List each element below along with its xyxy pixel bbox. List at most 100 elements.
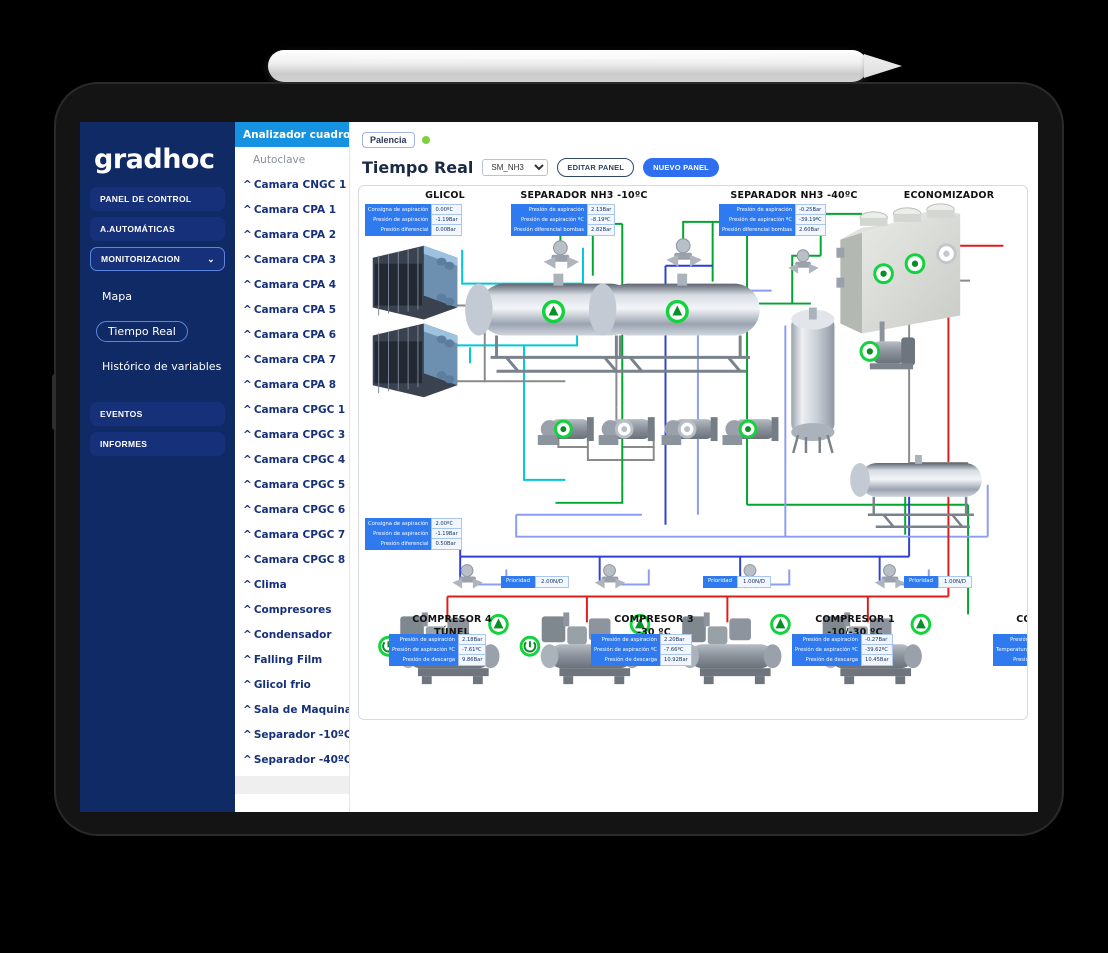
caret-icon: ^ (243, 528, 252, 541)
caret-icon: ^ (243, 228, 252, 241)
device-list-item-label: Camara CPGC 6 (253, 503, 346, 516)
table-row: Presión diferencial 0.50Bar (365, 538, 462, 550)
valve-sep10 (543, 240, 580, 269)
device-list-item[interactable]: ^ Sala de Maquinas (235, 697, 349, 722)
liquid-receiver-tank (850, 454, 982, 528)
device-list-item-label: Separador -10ºC (253, 728, 350, 741)
sidebar-item-historico-de-variables[interactable]: Histórico de variables (102, 360, 235, 373)
device-list-item-label: Autoclave (253, 153, 306, 166)
device-list-item[interactable]: ^ Camara CPGC 8 (235, 547, 349, 572)
caret-icon: ^ (243, 428, 252, 441)
device-list-item[interactable]: ^ Compresores (235, 597, 349, 622)
section-title-glicol: GLICOL (425, 190, 465, 201)
device-list-item[interactable]: ^ Condensador (235, 622, 349, 647)
device-list-item-label: Camara CPGC 4 (253, 453, 346, 466)
device-list-item[interactable]: ^ Camara CPA 4 (235, 272, 349, 297)
breadcrumb-site[interactable]: Palencia (362, 132, 415, 148)
device-list-item[interactable]: ^ Camara CPGC 7 (235, 522, 349, 547)
economizer-tank (791, 307, 835, 454)
sidebar-item-label: Tiempo Real (108, 325, 176, 338)
device-list-body: Analizador cuadro Autoclave ^ Camara CNGC 1… (235, 122, 349, 772)
section-title-separador-40: SEPARADOR NH3 -40ºC (730, 190, 858, 201)
table-row: Presión de aspiración ºC -39.19ºC (719, 214, 826, 226)
panel-select[interactable]: SM_NH3 (482, 159, 549, 176)
device-list-item-label: Falling Film (253, 653, 323, 666)
sidebar-item-mapa[interactable]: Mapa (102, 290, 235, 303)
device-list-item-label: Camara CPGC 1 (253, 403, 346, 416)
sidebar-item-label: MONITORIZACION (101, 254, 181, 264)
sidebar-item-monitorizacion[interactable]: MONITORIZACION ⌄ (90, 247, 225, 271)
separator-40-metrics: Presión de aspiración -0.25Bar Presión de … (719, 203, 826, 236)
pump-group-sep10 (537, 417, 655, 446)
sidebar-item-panel-de-control[interactable]: PANEL DE CONTROL (90, 187, 225, 211)
device-list-item-label: Glicol frio (253, 678, 311, 691)
device-list-item[interactable]: ^ Camara CNGC 1 (235, 172, 349, 197)
compressor-3-name-line1: COMPRESOR 1 (815, 614, 895, 625)
device-list-item[interactable]: ^ Camara CPA 3 (235, 247, 349, 272)
device-list[interactable]: Analizador cuadro Autoclave ^ Camara CNGC 1… (235, 122, 350, 812)
device-list-item[interactable]: Analizador cuadro (235, 122, 349, 147)
device-list-item[interactable]: ^ Camara CPA 8 (235, 372, 349, 397)
device-list-item[interactable]: ^ Camara CPGC 3 (235, 422, 349, 447)
compressor-1-priority-badge: Prioridad 2.00N/D (501, 576, 570, 588)
brand-logo: gradhoc (80, 122, 235, 181)
table-row: Presión de descarga 9.86Bar (389, 654, 487, 666)
compressor-4-metrics: Presión de aspiración-0.37BarTemperatura… (993, 634, 1028, 666)
caret-icon: ^ (243, 603, 252, 616)
device-list-item-label: Camara CPA 4 (253, 278, 337, 291)
metric-label: Presión diferencial bombas (722, 226, 793, 233)
table-row: Presión de aspiración ºC -39.62ºC (792, 644, 893, 656)
metric-label: Presión de descarga (805, 656, 859, 663)
metric-label: Presión de aspiración ºC (795, 646, 859, 653)
device-list-item[interactable]: ^ Separador -10ºC (235, 722, 349, 747)
metric-label: Presión de aspiración (373, 530, 429, 537)
page-toolbar: Tiempo Real SM_NH3 EDITAR PANEL NUEVO PA… (362, 158, 1028, 177)
device-list-item[interactable]: ^ Camara CPGC 5 (235, 472, 349, 497)
device-list-item-label: Camara CPA 6 (253, 328, 337, 341)
metric-label: Presión de aspiración ºC (594, 646, 658, 653)
edit-panel-button[interactable]: EDITAR PANEL (557, 158, 635, 177)
table-row: Presión de aspiración 2.20Bar (591, 633, 692, 646)
device-list-item-label: Compresores (253, 603, 332, 616)
metric-value: 10.92Bar (660, 654, 692, 666)
device-list-item[interactable]: ^ Camara CPGC 4 (235, 447, 349, 472)
sidebar-item-eventos[interactable]: EVENTOS (90, 402, 225, 426)
device-list-item[interactable]: ^ Glicol frio (235, 672, 349, 697)
table-row: Consigna de aspiración 0.00ºC (365, 203, 462, 216)
metric-label: Presión diferencial bombas (514, 226, 585, 233)
sidebar-item-informes[interactable]: INFORMES (90, 432, 225, 456)
main-content: Palencia Tiempo Real SM_NH3 EDITAR PANEL… (350, 122, 1038, 812)
table-row: Presión de aspiración ºC -7.66ºC (591, 644, 692, 656)
stylus-pen (268, 50, 868, 82)
metric-value: 0.00ºC (431, 203, 462, 216)
metric-value: -39.19ºC (795, 214, 826, 226)
device-list-item[interactable]: ^ Camara CPA 2 (235, 222, 349, 247)
screenshot-stage: gradhoc PANEL DE CONTROL A.AUTOMÁTICAS M… (0, 0, 1108, 953)
section-title-recipiente-line2: LÍQUIDO NH3 (1027, 398, 1028, 409)
device-list-item[interactable]: ^ Camara CPA 1 (235, 197, 349, 222)
device-list-item[interactable]: ^ Camara CPA 7 (235, 347, 349, 372)
caret-icon: ^ (243, 703, 252, 716)
device-list-item[interactable]: ^ Camara CPGC 6 (235, 497, 349, 522)
device-list-item[interactable]: ^ Camara CPA 6 (235, 322, 349, 347)
metric-label: Presión de aspiración (1010, 636, 1028, 643)
device-list-item[interactable]: ^ Camara CPGC 1 (235, 397, 349, 422)
metric-label: Presión de aspiración (528, 206, 585, 213)
caret-icon: ^ (243, 403, 252, 416)
sidebar-item-tiempo-real[interactable]: Tiempo Real (96, 321, 188, 342)
compressor-2-name-line1: COMPRESOR 3 (614, 614, 694, 625)
table-row: Consigna de aspiración 2.00ºC (365, 517, 462, 530)
caret-icon: ^ (243, 203, 252, 216)
device-list-item-label: Camara CPA 5 (253, 303, 337, 316)
device-list-item[interactable]: Autoclave (235, 147, 349, 172)
device-list-item[interactable]: ^ Camara CPA 5 (235, 297, 349, 322)
device-list-item[interactable]: ^ Clima (235, 572, 349, 597)
device-list-item[interactable]: ^ Falling Film (235, 647, 349, 672)
sidebar-item-aautomaticas[interactable]: A.AUTOMÁTICAS (90, 217, 225, 241)
table-row: Temperatura de aspiración-40.70ºC (993, 645, 1027, 655)
device-list-item-label: Camara CNGC 1 (253, 178, 347, 191)
new-panel-button[interactable]: NUEVO PANEL (643, 158, 719, 177)
device-list-item[interactable]: ^ Separador -40ºC (235, 747, 349, 772)
table-row: Presión diferencial bombas 2.82Bar (511, 224, 616, 236)
